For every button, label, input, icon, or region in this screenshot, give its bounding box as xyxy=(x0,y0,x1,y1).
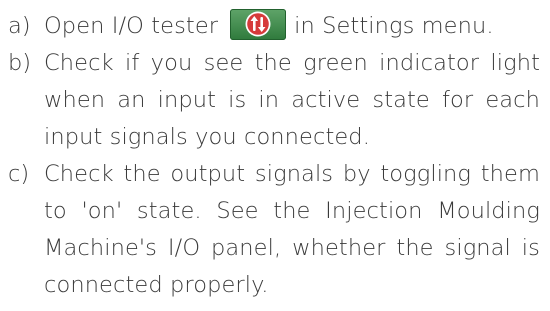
step-a-text-after: in Settings menu. xyxy=(294,13,494,39)
step-b-letter: b) xyxy=(8,50,32,76)
io-tester-icon xyxy=(230,9,287,40)
step-a-text-before: Open I/O tester xyxy=(44,13,219,39)
instruction-steps: a) Open I/O tester in Settings menu. b) … xyxy=(8,8,540,304)
step-b-text: Check if you see the green indicator lig… xyxy=(44,50,540,150)
step-c-letter: c) xyxy=(8,161,30,187)
step-b: b) Check if you see the green indicator … xyxy=(8,45,540,156)
step-a-letter: a) xyxy=(8,13,31,39)
step-a-text: Open I/O tester in Settings menu. xyxy=(44,8,540,45)
step-c-text: Check the output signals by toggling the… xyxy=(44,161,540,298)
step-a: a) Open I/O tester in Settings menu. xyxy=(8,8,540,45)
step-c: c) Check the output signals by toggling … xyxy=(8,156,540,304)
